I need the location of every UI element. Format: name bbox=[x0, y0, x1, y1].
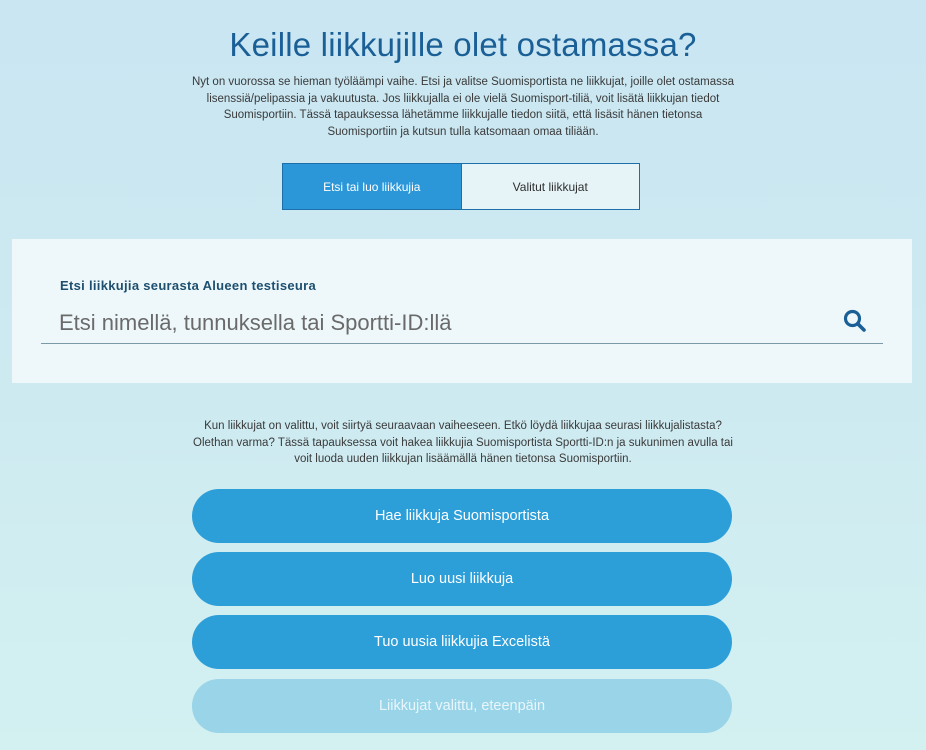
page-title: Keille liikkujille olet ostamassa? bbox=[229, 26, 697, 63]
tab-selected[interactable]: Valitut liikkujat bbox=[460, 164, 639, 209]
search-icon[interactable] bbox=[842, 308, 868, 334]
import-from-excel-button[interactable]: Tuo uusia liikkujia Excelistä bbox=[192, 615, 732, 669]
create-new-mover-button[interactable]: Luo uusi liikkuja bbox=[192, 552, 732, 606]
help-text: Kun liikkujat on valittu, voit siirtyä s… bbox=[193, 420, 733, 465]
fetch-from-suomisport-button[interactable]: Hae liikkuja Suomisportista bbox=[192, 489, 732, 543]
search-input[interactable] bbox=[41, 302, 883, 344]
intro-text: Nyt on vuorossa se hieman työläämpi vaih… bbox=[191, 76, 735, 138]
tab-search-create[interactable]: Etsi tai luo liikkujia bbox=[283, 164, 461, 209]
continue-button[interactable]: Liikkujat valittu, eteenpäin bbox=[192, 679, 732, 733]
tab-bar: Etsi tai luo liikkujia Valitut liikkujat bbox=[282, 163, 640, 210]
search-panel: Etsi liikkujia seurasta Alueen testiseur… bbox=[12, 239, 912, 383]
search-label: Etsi liikkujia seurasta Alueen testiseur… bbox=[60, 278, 317, 293]
